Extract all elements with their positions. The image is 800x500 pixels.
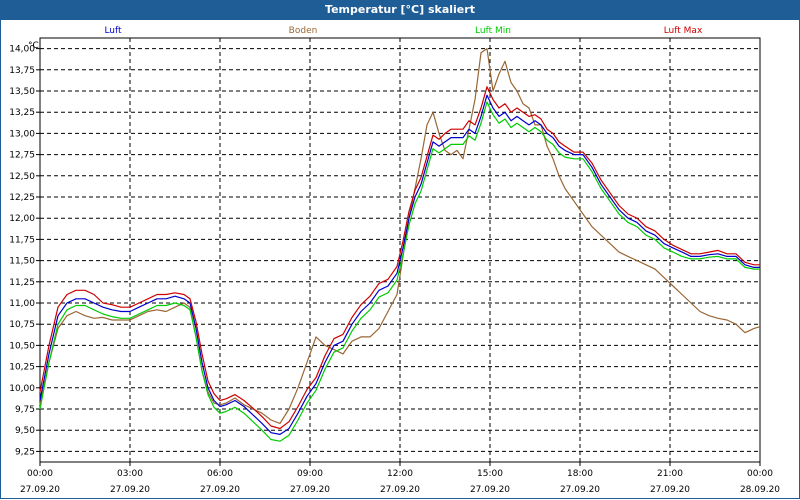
x-tick-time-label: 09:00 [297,469,323,479]
x-tick-date-label: 27.09.20 [200,485,240,495]
x-tick-date-label: 27.09.20 [470,485,510,495]
y-tick-label: 11,75 [9,235,35,245]
y-tick-label: 11,25 [9,278,35,288]
y-tick-label: 12,50 [9,172,35,182]
y-tick-label: 9,25 [15,447,35,457]
legend-entry-luft-max: Luft Max [664,26,703,36]
y-tick-label: 10,25 [9,363,35,373]
y-tick-label: 10,00 [9,384,35,394]
x-tick-time-label: 15:00 [477,469,503,479]
x-tick-time-label: 00:00 [747,469,773,479]
y-axis: 9,25 9,50 9,75 10,00 10,25 10,50 10,75 11,00 11,… [9,45,40,457]
x-tick-date-label: 28.09.20 [740,485,780,495]
y-tick-label: 12,00 [9,214,35,224]
x-tick-time-label: 12:00 [387,469,413,479]
y-tick-label: 13,75 [9,66,35,76]
x-tick-time-label: 03:00 [117,469,143,479]
y-tick-label: 9,75 [15,405,35,415]
y-tick-label: 13,50 [9,87,35,97]
y-tick-label: 11,00 [9,299,35,309]
x-tick-time-label: 21:00 [657,469,683,479]
x-tick-time-label: 18:00 [567,469,593,479]
legend: Luft Boden Luft Min Luft Max [104,26,703,36]
legend-entry-luft: Luft [104,26,122,36]
x-tick-time-label: 00:00 [27,469,53,479]
x-axis: 00:00 27.09.20 03:00 27.09.20 06:00 27.09.20 0… [20,462,780,495]
x-tick-time-label: 06:00 [207,469,233,479]
y-tick-label: 13,00 [9,129,35,139]
y-tick-label: 12,25 [9,193,35,203]
chart-canvas: 9,25 9,50 9,75 10,00 10,25 10,50 10,75 11,00 11,… [9,26,780,495]
legend-entry-boden: Boden [289,26,318,36]
x-tick-date-label: 27.09.20 [560,485,600,495]
y-tick-label: 13,25 [9,108,35,118]
y-axis-unit-label: °C [28,41,39,51]
y-tick-label: 10,75 [9,320,35,330]
y-tick-label: 12,75 [9,151,35,161]
x-tick-date-label: 27.09.20 [380,485,420,495]
y-tick-label: 11,50 [9,257,35,267]
x-tick-date-label: 27.09.20 [20,485,60,495]
x-tick-date-label: 27.09.20 [290,485,330,495]
legend-entry-luft-min: Luft Min [475,26,511,36]
y-tick-label: 9,50 [15,426,35,436]
x-tick-date-label: 27.09.20 [110,485,150,495]
x-tick-date-label: 27.09.20 [650,485,690,495]
y-tick-label: 10,50 [9,341,35,351]
